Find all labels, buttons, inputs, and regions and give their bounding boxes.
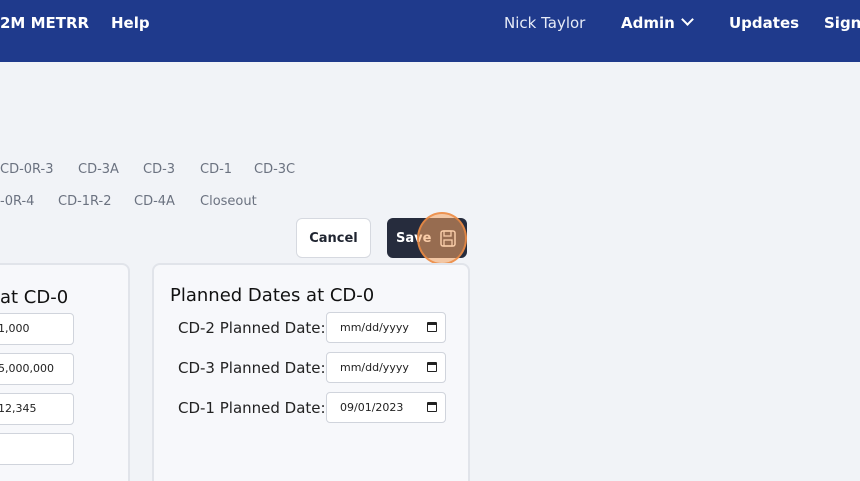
updates-link[interactable]: Updates <box>729 12 799 34</box>
help-link[interactable]: Help <box>111 12 150 34</box>
app-name-link[interactable]: 2M METRR <box>0 12 89 34</box>
phase-tab-cd-3a[interactable]: CD-3A <box>78 161 119 179</box>
phase-tab-cd-3c[interactable]: CD-3C <box>254 161 295 179</box>
calendar-icon[interactable] <box>427 322 437 332</box>
cd3-date-label: CD-3 Planned Date: <box>178 359 326 377</box>
estimate-field-2[interactable]: 5,000,000 <box>0 353 74 385</box>
cd2-date-value: mm/dd/yyyy <box>340 321 409 334</box>
cd2-date-input[interactable]: mm/dd/yyyy <box>326 312 446 343</box>
phase-tab-cd-4a[interactable]: CD-4A <box>134 193 175 211</box>
admin-menu[interactable]: Admin <box>621 12 694 34</box>
save-icon <box>440 230 456 247</box>
cancel-button-label: Cancel <box>309 230 358 246</box>
chevron-down-icon <box>680 13 694 26</box>
cd2-date-label: CD-2 Planned Date: <box>178 319 326 337</box>
phase-tab-cd-3[interactable]: CD-3 <box>143 161 175 179</box>
estimate-field-4[interactable] <box>0 433 74 465</box>
save-button-label: Save <box>396 230 432 246</box>
cd1-date-input[interactable]: 09/01/2023 <box>326 392 446 423</box>
cancel-button[interactable]: Cancel <box>296 218 371 258</box>
planned-dates-title: Planned Dates at CD-0 <box>170 285 375 306</box>
cd1-date-value: 09/01/2023 <box>340 401 404 414</box>
cd3-date-value: mm/dd/yyyy <box>340 361 409 374</box>
estimate-field-1[interactable]: 1,000 <box>0 313 74 345</box>
phase-tab-cd-0r-4[interactable]: -0R-4 <box>0 193 34 211</box>
estimate-field-3[interactable]: 12,345 <box>0 393 74 425</box>
phase-tab-cd-0r-3[interactable]: CD-0R-3 <box>0 161 54 179</box>
estimate-card: at CD-0 1,000 5,000,000 12,345 <box>0 263 130 481</box>
sign-out-link[interactable]: Sign <box>824 12 860 34</box>
calendar-icon[interactable] <box>427 402 437 412</box>
cd1-date-label: CD-1 Planned Date: <box>178 399 326 417</box>
user-name[interactable]: Nick Taylor <box>504 12 585 34</box>
save-button[interactable]: Save <box>387 218 467 258</box>
phase-tab-cd-1[interactable]: CD-1 <box>200 161 232 179</box>
estimate-card-title: at CD-0 <box>0 287 69 308</box>
phase-tab-closeout[interactable]: Closeout <box>200 193 257 211</box>
calendar-icon[interactable] <box>427 362 437 372</box>
top-nav-bar: 2M METRR Help Nick Taylor Admin Updates … <box>0 0 860 62</box>
admin-menu-label: Admin <box>621 14 675 32</box>
phase-tab-cd-1r-2[interactable]: CD-1R-2 <box>58 193 112 211</box>
cd3-date-input[interactable]: mm/dd/yyyy <box>326 352 446 383</box>
